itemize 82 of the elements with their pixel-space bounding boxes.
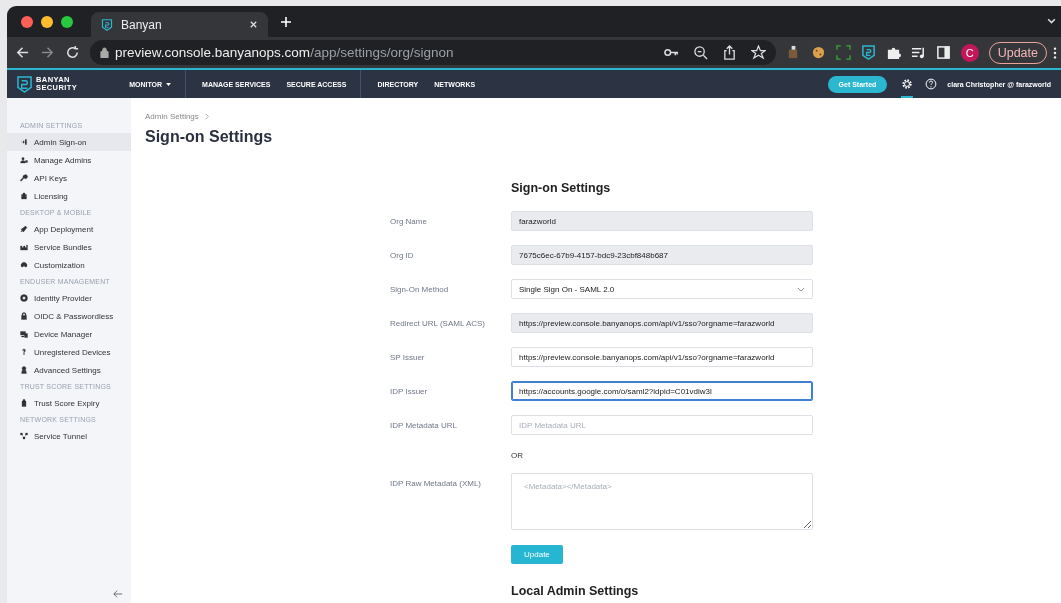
dropdown-field[interactable]: Single Sign On - SAML 2.0: [511, 279, 813, 299]
menu-item-icon: [20, 261, 28, 269]
text-area[interactable]: <Metadata></Metadata>: [511, 473, 813, 530]
sidebar-item[interactable]: Customization: [7, 256, 131, 274]
sidebar-item[interactable]: OIDC & Passwordless: [7, 307, 131, 325]
address-bar[interactable]: preview.console.banyanops.com/app/settings/org/signon: [90, 40, 776, 65]
close-window-button[interactable]: [21, 15, 33, 28]
maximize-window-button[interactable]: [61, 15, 73, 28]
page-title: Sign-on Settings: [145, 128, 274, 146]
lock-icon: [100, 47, 109, 58]
back-icon[interactable]: [15, 45, 30, 60]
sidebar-item[interactable]: Advanced Settings: [7, 361, 131, 379]
tab-title: Banyan: [121, 17, 163, 32]
input-field[interactable]: https://preview.console.banyanops.com/api/v1/sso?orgname=farazworld: [511, 347, 813, 367]
menu-icon[interactable]: [1053, 45, 1057, 60]
minimize-window-button[interactable]: [41, 15, 53, 28]
forward-icon[interactable]: [40, 45, 55, 60]
menu-item-icon: [20, 366, 28, 374]
field-label: Sign-On Method: [390, 284, 450, 294]
menu-item-icon: [20, 294, 28, 302]
collapse-sidebar-icon[interactable]: [113, 589, 123, 599]
menu-item-icon: [20, 192, 28, 200]
section-heading: Local Admin Settings: [511, 584, 640, 598]
sidebar-item[interactable]: Identity Provider: [7, 289, 131, 307]
field-label: IDP Metadata URL: [390, 420, 458, 430]
input-field[interactable]: IDP Metadata URL: [511, 415, 813, 435]
section-heading: Sign-on Settings: [511, 181, 612, 195]
caret-icon: [166, 82, 172, 86]
shield-icon[interactable]: [860, 45, 876, 60]
readonly-field[interactable]: https://preview.console.banyanops.com/api/v1/sso?orgname=farazworld: [511, 313, 813, 333]
url-text: preview.console.banyanops.com/app/settings/org/signon: [115, 45, 454, 60]
field-label: Org ID: [390, 250, 415, 260]
breadcrumb-link[interactable]: Admin Settings: [145, 112, 199, 121]
shield-icon: [101, 18, 113, 31]
sidebar-item[interactable]: App Deployment: [7, 220, 131, 238]
zoom-out-icon[interactable]: [692, 45, 708, 60]
menu-item-icon: [20, 138, 28, 146]
star-icon[interactable]: [750, 45, 766, 60]
readonly-field[interactable]: farazworld: [511, 211, 813, 231]
media-icon[interactable]: [910, 45, 926, 60]
menu-item-icon: [20, 174, 28, 182]
sidebar-item[interactable]: Admin Sign-on: [7, 133, 131, 151]
logo-icon: [17, 75, 32, 93]
input-field[interactable]: https://accounts.google.com/o/saml2?idpid=C01vdiw3l: [511, 381, 813, 401]
side-panel-icon[interactable]: [935, 45, 951, 60]
sidebar-item[interactable]: Licensing: [7, 187, 131, 205]
field-label: Org Name: [390, 216, 428, 226]
share-icon[interactable]: [721, 45, 737, 60]
sidebar-item[interactable]: Manage Admins: [7, 151, 131, 169]
menu-item-icon: [20, 432, 28, 440]
chevron-down-icon[interactable]: [1046, 16, 1057, 27]
field-label: SP Issuer: [390, 352, 426, 362]
sidebar-item[interactable]: Device Manager: [7, 325, 131, 343]
field-label: IDP Issuer: [390, 386, 429, 396]
help-icon[interactable]: [925, 78, 938, 90]
or-divider-text: OR: [511, 450, 523, 460]
sidebar-item[interactable]: Trust Score Expiry: [7, 394, 131, 412]
new-tab-icon[interactable]: [280, 15, 292, 28]
profile-avatar[interactable]: C: [960, 43, 979, 62]
readonly-field[interactable]: 7675c6ec-67b9-4157-bdc9-23cbf848b687: [511, 245, 813, 265]
screenshot-icon[interactable]: [835, 45, 851, 60]
chevron-down-icon: [797, 286, 805, 292]
reload-icon[interactable]: [65, 45, 80, 60]
browser-tab[interactable]: Banyan: [91, 12, 268, 37]
puzzle-icon[interactable]: [885, 45, 901, 60]
sidebar-item[interactable]: Service Bundles: [7, 238, 131, 256]
chevron-right-icon: [204, 113, 209, 120]
menu-item-icon: [20, 399, 28, 407]
menu-item-icon: [20, 330, 28, 338]
sidebar-item[interactable]: API Keys: [7, 169, 131, 187]
menu-item-icon: [20, 156, 28, 164]
cookie-icon[interactable]: [810, 45, 826, 60]
settings-icon: [901, 78, 914, 90]
field-label: Redirect URL (SAML ACS): [390, 318, 486, 328]
sidebar-item[interactable]: Unregistered Devices: [7, 343, 131, 361]
menu-item-icon: [20, 243, 28, 251]
menu-item-icon: [20, 348, 28, 356]
sidebar-item[interactable]: Service Tunnel: [7, 427, 131, 445]
field-label: IDP Raw Metadata (XML): [390, 478, 482, 488]
menu-item-icon: [20, 312, 28, 320]
close-icon[interactable]: [249, 20, 258, 29]
menu-item-icon: [20, 225, 28, 233]
